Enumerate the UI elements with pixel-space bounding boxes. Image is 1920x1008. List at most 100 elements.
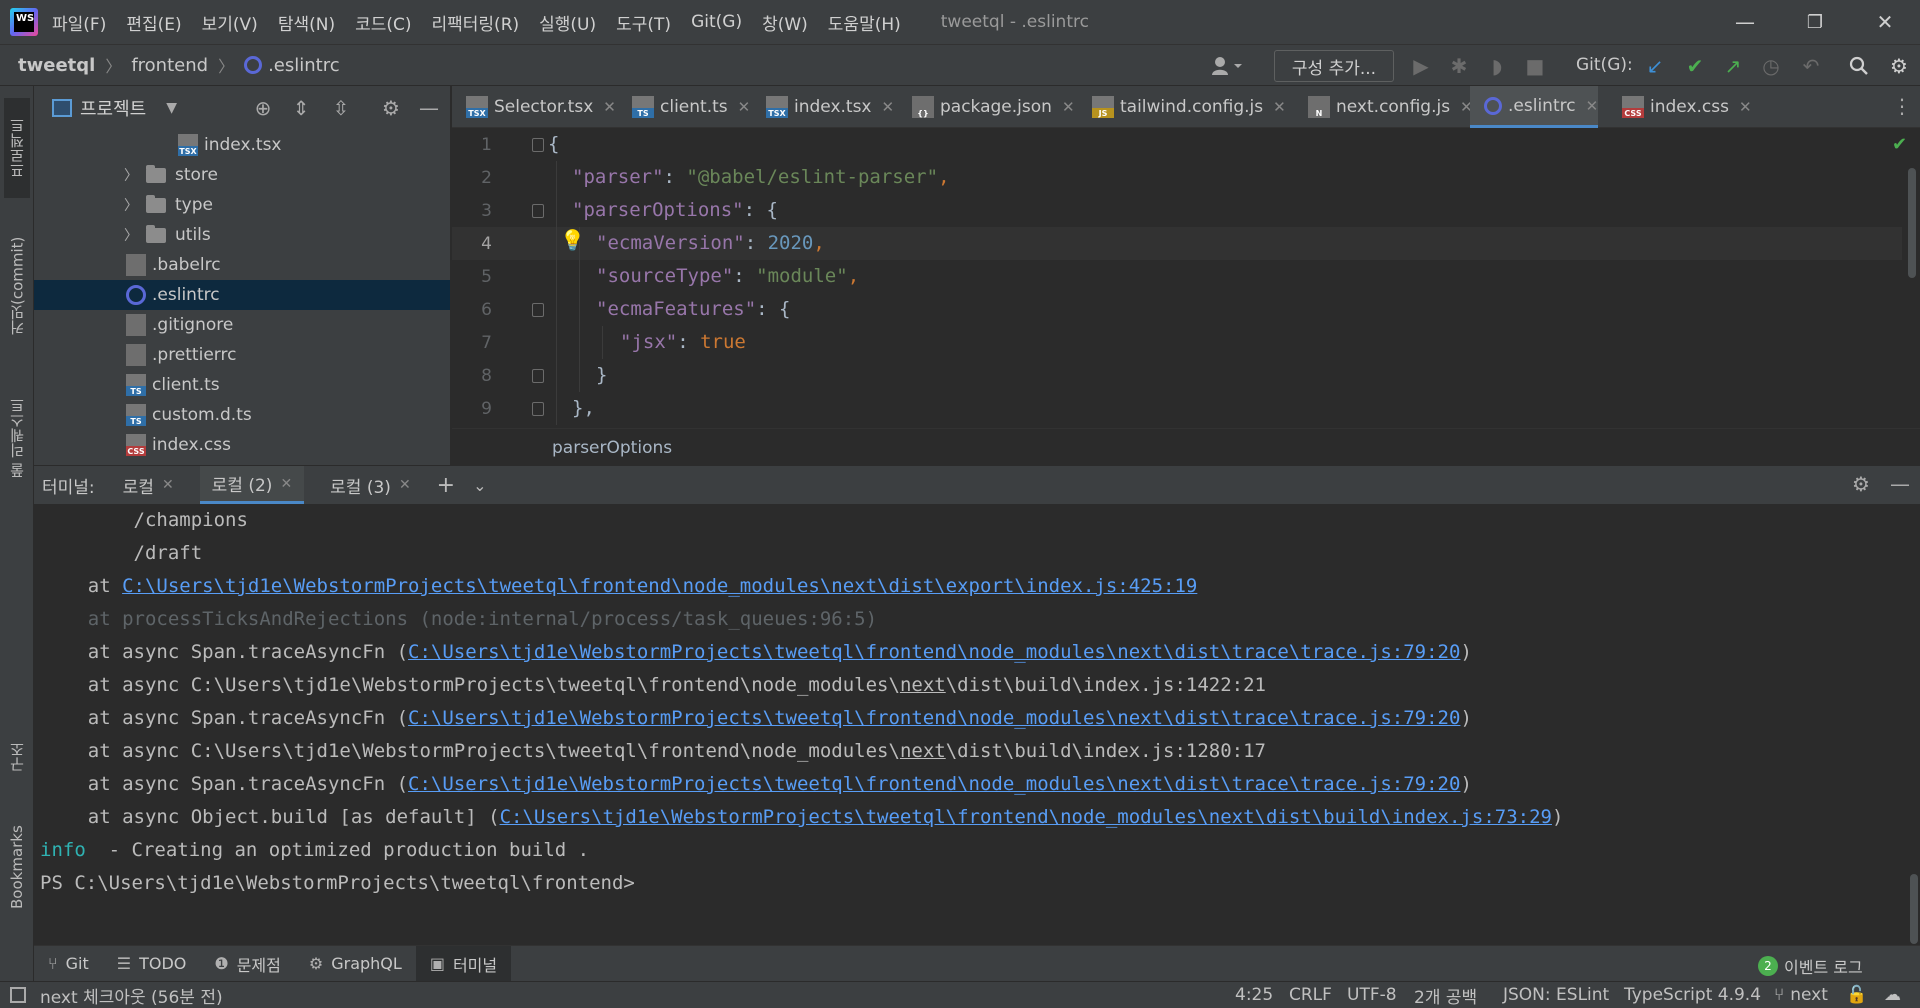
breadcrumb-folder[interactable]: frontend: [131, 55, 208, 76]
event-log-button[interactable]: 2 이벤트 로그: [1758, 954, 1863, 978]
terminal-prompt[interactable]: PS C:\Users\tjd1e\WebstormProjects\tweet…: [40, 867, 635, 900]
fold-marker-icon[interactable]: [532, 138, 544, 152]
lock-icon[interactable]: 🔓: [1846, 985, 1867, 1005]
tab-eslintrc[interactable]: .eslintrc ✕: [1470, 86, 1599, 128]
status-encoding[interactable]: UTF-8: [1347, 985, 1397, 1005]
close-tab-icon[interactable]: ✕: [1273, 98, 1286, 116]
stop-icon[interactable]: ■: [1522, 53, 1548, 79]
search-icon[interactable]: [1846, 53, 1872, 79]
minimize-button[interactable]: —: [1710, 0, 1780, 44]
tool-tab-todo[interactable]: ☰ TODO: [103, 946, 201, 982]
panel-settings-gear-icon[interactable]: ⚙: [378, 95, 404, 121]
tab-client-ts[interactable]: TS client.ts ✕: [618, 86, 750, 128]
terminal-file-link[interactable]: C:\Users\tjd1e\WebstormProjects\tweetql\…: [122, 575, 1197, 597]
debug-icon[interactable]: ✱: [1446, 53, 1472, 79]
editor-scrollbar[interactable]: [1908, 168, 1916, 278]
bookmarks-tool-tab[interactable]: Bookmarks: [4, 812, 30, 922]
coverage-icon[interactable]: ◗: [1484, 53, 1510, 79]
tree-item-custom-d-ts[interactable]: TS custom.d.ts: [34, 400, 450, 430]
fold-marker-icon[interactable]: [532, 204, 544, 218]
tool-tab-problems[interactable]: ❶ 문제점: [200, 946, 295, 982]
close-tab-icon[interactable]: ✕: [738, 98, 751, 116]
tool-tab-terminal[interactable]: ▣ 터미널: [415, 945, 512, 982]
hide-panel-icon[interactable]: —: [416, 95, 442, 121]
history-icon[interactable]: ◷: [1758, 53, 1784, 79]
menu-window[interactable]: 창(W): [762, 10, 808, 35]
close-tab-icon[interactable]: ✕: [603, 98, 616, 116]
new-terminal-tab-plus-icon[interactable]: +: [437, 466, 455, 504]
git-push-icon[interactable]: ↗: [1720, 53, 1746, 79]
tree-item-babelrc[interactable]: .babelrc: [34, 250, 450, 280]
tree-item-gitignore[interactable]: .gitignore: [34, 310, 450, 340]
tree-item-eslintrc[interactable]: .eslintrc: [34, 280, 450, 310]
close-tab-icon[interactable]: ✕: [1739, 98, 1752, 116]
collapse-all-icon[interactable]: ⇳: [328, 95, 354, 121]
terminal-tab-local[interactable]: 로컬 ✕: [123, 466, 174, 504]
terminal-file-link[interactable]: C:\Users\tjd1e\WebstormProjects\tweetql\…: [500, 806, 1552, 828]
more-tabs-icon[interactable]: ⋮: [1892, 94, 1912, 118]
restore-button[interactable]: ❐: [1780, 0, 1850, 44]
chevron-down-icon[interactable]: ▼: [166, 100, 177, 116]
terminal-output[interactable]: /champions /draft at C:\Users\tjd1e\Webs…: [34, 504, 1920, 945]
terminal-scrollbar[interactable]: [1910, 874, 1918, 944]
tree-item-client-ts[interactable]: TS client.ts: [34, 370, 450, 400]
close-tab-icon[interactable]: ✕: [1586, 97, 1599, 115]
hide-terminal-icon[interactable]: —: [1890, 472, 1910, 496]
terminal-settings-gear-icon[interactable]: ⚙: [1852, 472, 1870, 496]
tab-index-tsx[interactable]: TSX index.tsx ✕: [752, 86, 894, 128]
run-icon[interactable]: ▶: [1408, 53, 1434, 79]
add-configuration-button[interactable]: 구성 추가...: [1274, 50, 1394, 82]
terminal-module-link[interactable]: next: [900, 674, 946, 696]
status-typescript-version[interactable]: TypeScript 4.9.4: [1624, 985, 1761, 1005]
webstorm-logo-icon[interactable]: WS: [10, 8, 38, 36]
tab-package-json[interactable]: {} package.json ✕: [898, 86, 1075, 128]
menu-view[interactable]: 보기(V): [202, 10, 258, 35]
menu-code[interactable]: 코드(C): [355, 10, 411, 35]
structure-tool-tab[interactable]: 구조: [4, 722, 30, 792]
tab-index-css[interactable]: CSS index.css ✕: [1608, 86, 1752, 128]
close-tab-icon[interactable]: ✕: [1062, 98, 1075, 116]
tree-item-index-css[interactable]: CSS index.css: [34, 430, 450, 460]
terminal-module-link[interactable]: next: [900, 740, 946, 762]
status-line-separator[interactable]: CRLF: [1289, 985, 1332, 1005]
close-tab-icon[interactable]: ✕: [162, 477, 174, 493]
close-tab-icon[interactable]: ✕: [882, 98, 895, 116]
breadcrumb-project[interactable]: tweetql: [18, 55, 95, 76]
tree-item-store[interactable]: 〉 store: [34, 160, 450, 190]
git-commit-icon[interactable]: ✔: [1682, 53, 1708, 79]
pull-requests-tool-tab[interactable]: 풀 리퀘스트: [4, 378, 30, 498]
breadcrumb-parser-options[interactable]: parserOptions: [552, 438, 672, 458]
tab-tailwind-config-js[interactable]: JS tailwind.config.js ✕: [1078, 86, 1286, 128]
inspection-ok-icon[interactable]: ✔: [1892, 134, 1907, 155]
tree-item-type[interactable]: 〉 type: [34, 190, 450, 220]
code-editor[interactable]: 1 2 3 4 5 6 7 8 9 💡 { "parser": "@babel/…: [452, 128, 1920, 428]
project-tool-tab[interactable]: 프로젝트: [4, 98, 30, 198]
settings-gear-icon[interactable]: ⚙: [1886, 53, 1912, 79]
rollback-icon[interactable]: ↶: [1798, 53, 1824, 79]
breadcrumb-file[interactable]: .eslintrc: [268, 55, 340, 76]
project-panel-title[interactable]: 프로젝트: [80, 95, 146, 121]
close-tab-icon[interactable]: ✕: [280, 476, 292, 492]
tree-item-prettierrc[interactable]: .prettierrc: [34, 340, 450, 370]
terminal-file-link[interactable]: C:\Users\tjd1e\WebstormProjects\tweetql\…: [408, 707, 1460, 729]
tree-item-utils[interactable]: 〉 utils: [34, 220, 450, 250]
status-indent[interactable]: 2개 공백: [1414, 983, 1477, 1008]
terminal-tab-local-2[interactable]: 로컬 (2) ✕: [199, 466, 305, 504]
status-git-branch[interactable]: ⑂ next: [1774, 985, 1828, 1005]
user-icon[interactable]: [1208, 53, 1248, 79]
terminal-file-link[interactable]: C:\Users\tjd1e\WebstormProjects\tweetql\…: [408, 773, 1460, 795]
menu-edit[interactable]: 편집(E): [126, 10, 181, 35]
terminal-tab-local-3[interactable]: 로컬 (3) ✕: [330, 466, 411, 504]
chevron-right-icon[interactable]: 〉: [124, 225, 138, 245]
tool-tab-graphql[interactable]: ⚙ GraphQL: [295, 946, 416, 982]
tool-tab-git[interactable]: ⑂ Git: [34, 946, 103, 982]
menu-file[interactable]: 파일(F): [52, 10, 106, 35]
tab-selector-tsx[interactable]: TSX Selector.tsx ✕: [452, 86, 616, 128]
menu-tools[interactable]: 도구(T): [616, 10, 671, 35]
status-json-schema[interactable]: JSON: ESLint: [1503, 985, 1609, 1005]
fold-marker-icon[interactable]: [532, 402, 544, 416]
close-window-button[interactable]: ✕: [1850, 0, 1920, 44]
locate-file-icon[interactable]: ⊕: [250, 95, 276, 121]
lightbulb-icon[interactable]: 💡: [560, 228, 585, 252]
commit-tool-tab[interactable]: 커밋(commit): [4, 216, 30, 356]
